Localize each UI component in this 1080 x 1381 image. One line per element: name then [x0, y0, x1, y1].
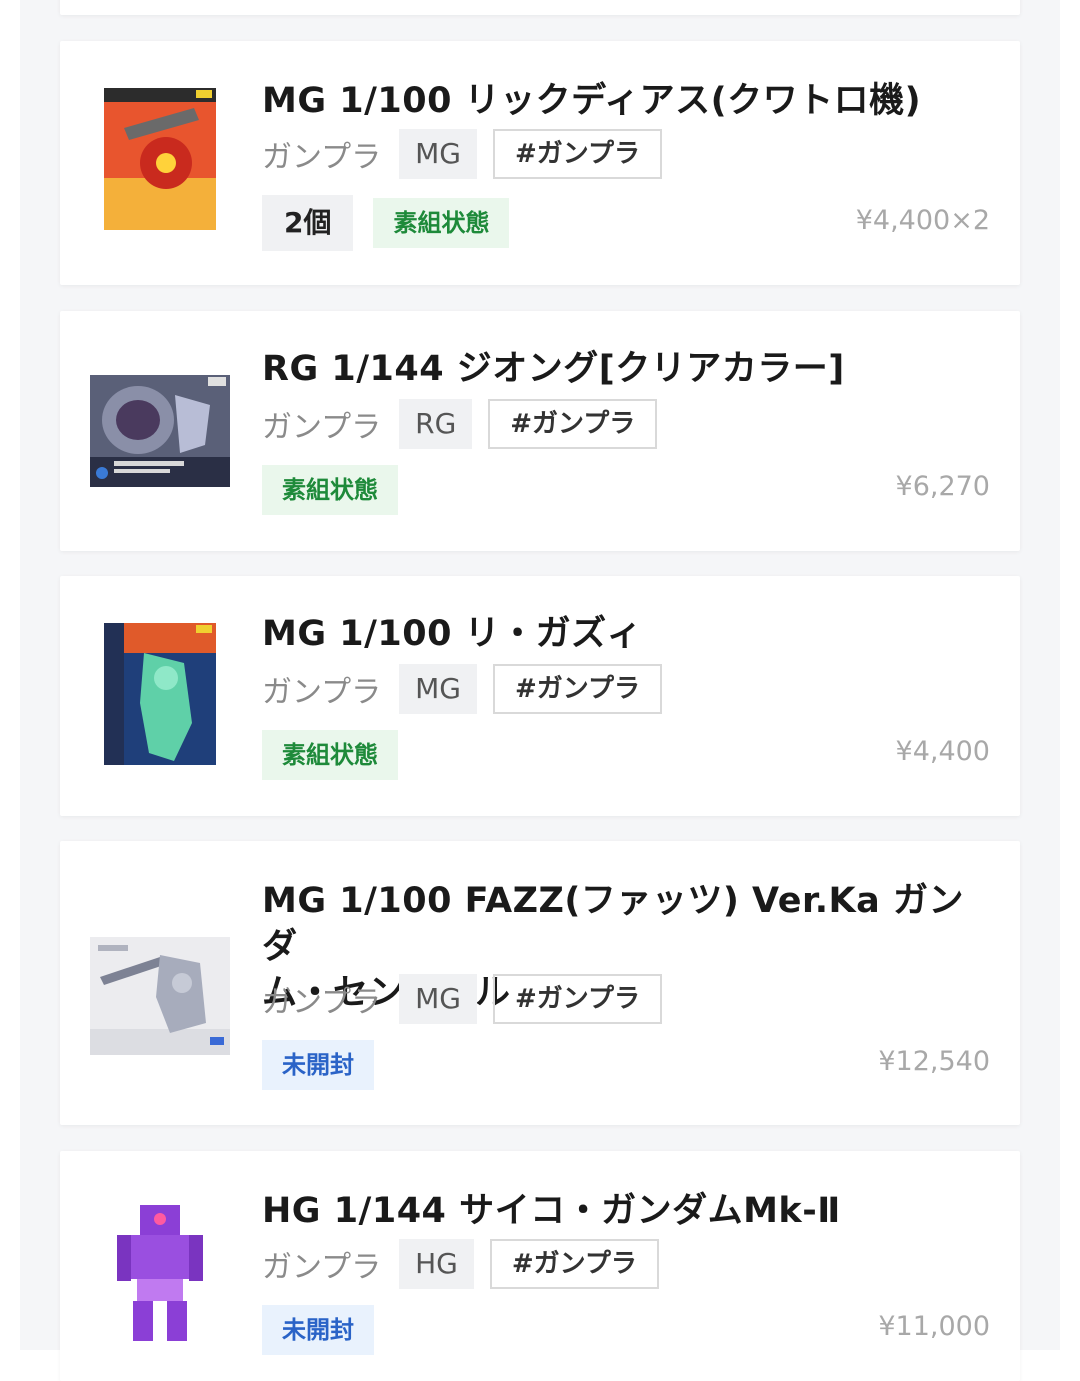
list-item[interactable]: MG 1/100 リ・ガズィ ガンプラ MG #ガンプラ 素組状態 ¥4,400 [60, 576, 1020, 816]
category-label: ガンプラ [262, 985, 382, 1020]
hashtag-tag[interactable]: #ガンプラ [492, 664, 662, 714]
category-label: ガンプラ [262, 675, 382, 710]
item-title-line1: MG 1/100 FAZZ(ファッツ) Ver.Ka ガンダ [262, 881, 964, 967]
item-badges: 素組状態 [262, 729, 398, 781]
item-meta: ガンプラ MG #ガンプラ [262, 129, 662, 179]
item-title: MG 1/100 リ・ガズィ [262, 614, 643, 654]
product-thumbnail [90, 88, 230, 230]
condition-badge: 未開封 [262, 1305, 374, 1355]
series-tag: MG [399, 129, 477, 179]
condition-badge: 素組状態 [262, 730, 398, 780]
category-label: ガンプラ [262, 140, 382, 175]
quantity-badge: 2個 [262, 195, 354, 251]
item-badges: 未開封 [262, 1039, 374, 1091]
hashtag-tag[interactable]: #ガンプラ [492, 974, 662, 1024]
series-tag: MG [399, 664, 477, 714]
item-price: ¥4,400 [895, 736, 990, 767]
item-meta: ガンプラ HG #ガンプラ [262, 1239, 659, 1289]
series-tag: HG [399, 1239, 474, 1289]
category-label: ガンプラ [262, 1250, 382, 1285]
item-price: ¥6,270 [895, 471, 990, 502]
list-item[interactable]: MG 1/100 FAZZ(ファッツ) Ver.Ka ガンダ ム・センチネル ガ… [60, 841, 1020, 1125]
list-item[interactable]: HG 1/144 サイコ・ガンダムMk-Ⅱ ガンプラ HG #ガンプラ 未開封 … [60, 1151, 1020, 1381]
hashtag-tag[interactable]: #ガンプラ [489, 1239, 659, 1289]
item-price: ¥12,540 [878, 1046, 990, 1077]
product-thumbnail [90, 1203, 230, 1343]
item-price: ¥11,000 [878, 1311, 990, 1342]
category-label: ガンプラ [262, 410, 382, 445]
condition-badge: 素組状態 [262, 465, 398, 515]
series-tag: RG [399, 399, 473, 449]
item-meta: ガンプラ MG #ガンプラ [262, 664, 662, 714]
hashtag-tag[interactable]: #ガンプラ [488, 399, 658, 449]
list-item[interactable]: RG 1/144 ジオング[クリアカラー] ガンプラ RG #ガンプラ 素組状態… [60, 311, 1020, 551]
item-meta: ガンプラ RG #ガンプラ [262, 399, 658, 449]
item-title: HG 1/144 サイコ・ガンダムMk-Ⅱ [262, 1191, 841, 1231]
item-badges: 素組状態 [262, 464, 398, 516]
item-badges: 2個 素組状態 [262, 195, 510, 251]
item-badges: 未開封 [262, 1304, 374, 1356]
condition-badge: 未開封 [262, 1040, 374, 1090]
hashtag-tag[interactable]: #ガンプラ [492, 129, 662, 179]
list-item[interactable]: MG 1/100 リックディアス(クワトロ機) ガンプラ MG #ガンプラ 2個… [60, 41, 1020, 285]
previous-card-edge [60, 0, 1020, 15]
product-thumbnail [90, 623, 230, 765]
series-tag: MG [399, 974, 477, 1024]
item-price: ¥4,400×2 [855, 205, 990, 236]
product-thumbnail [90, 926, 230, 1066]
condition-badge: 素組状態 [373, 198, 510, 248]
item-title: RG 1/144 ジオング[クリアカラー] [262, 349, 845, 389]
item-meta: ガンプラ MG #ガンプラ [262, 974, 662, 1024]
product-thumbnail [90, 361, 230, 501]
item-title: MG 1/100 リックディアス(クワトロ機) [262, 81, 922, 121]
